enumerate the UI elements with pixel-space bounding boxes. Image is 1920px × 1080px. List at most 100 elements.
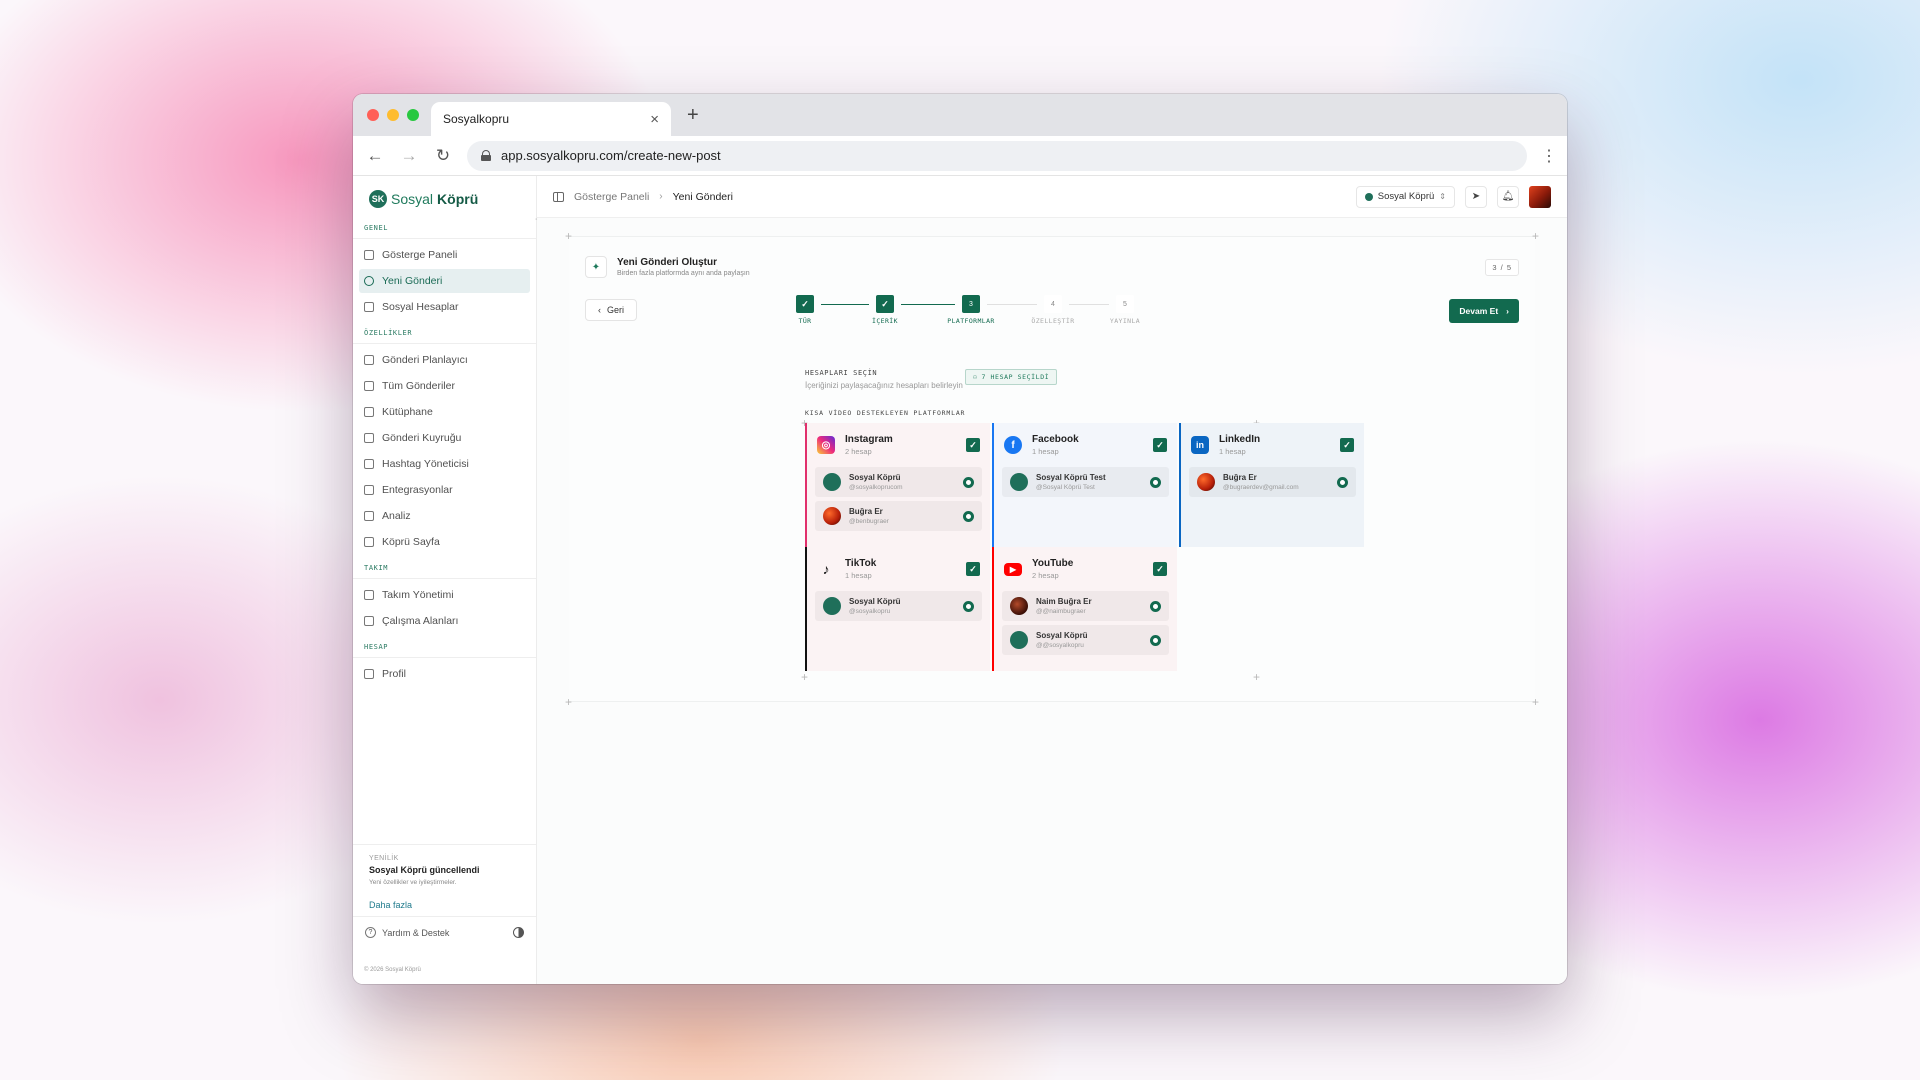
account-row[interactable]: Sosyal Köprü @@sosyalkopru [1002, 625, 1169, 655]
new-tab-button[interactable]: + [687, 104, 699, 127]
step-tur[interactable]: ✓ TÜR [765, 295, 845, 325]
sidebar-item-hashtag-yoneticisi[interactable]: Hashtag Yöneticisi [359, 452, 530, 476]
divider [353, 657, 536, 658]
sidebar-item-takim-yonetimi[interactable]: Takım Yönetimi [359, 583, 530, 607]
sidebar-item-gonderi-kuyrugu[interactable]: Gönderi Kuyruğu [359, 426, 530, 450]
sidebar-item-kopru-sayfa[interactable]: Köprü Sayfa [359, 530, 530, 554]
user-avatar[interactable] [1529, 185, 1551, 208]
account-row[interactable]: Naim Buğra Er @@naimbugraer [1002, 591, 1169, 621]
close-window-button[interactable] [367, 109, 379, 121]
breadcrumb-dashboard[interactable]: Gösterge Paneli [574, 191, 649, 203]
step-label: TÜR [798, 317, 812, 325]
minimize-window-button[interactable] [387, 109, 399, 121]
sidebar-item-label: Sosyal Hesaplar [382, 301, 459, 313]
sidebar-item-gonderi-planlayici[interactable]: Gönderi Planlayıcı [359, 348, 530, 372]
breadcrumb-chevron-icon: › [659, 191, 663, 202]
browser-window: Sosyalkopru × + ← → ↻ app.sosyalkopru.co… [353, 94, 1567, 984]
analiz-icon [364, 511, 374, 521]
step-i-ceri-k[interactable]: ✓ İÇERİK [845, 295, 925, 325]
account-avatar [1010, 597, 1028, 615]
calisma-alanlari-icon [364, 616, 374, 626]
forward-arrow-icon[interactable]: → [399, 146, 419, 166]
platform-account-count: 2 hesap [845, 447, 872, 456]
tab-title: Sosyalkopru [443, 112, 510, 126]
help-icon: ? [365, 927, 376, 938]
send-icon[interactable]: ➤ [1465, 185, 1487, 208]
account-row[interactable]: Sosyal Köprü @sosyalkopru [815, 591, 982, 621]
reload-icon[interactable]: ↻ [433, 146, 453, 166]
back-arrow-icon[interactable]: ← [365, 146, 385, 166]
sidebar-item-gosterge-paneli[interactable]: Gösterge Paneli [359, 243, 530, 267]
platform-card-youtube[interactable]: ▶ YouTube 2 hesap ✓ Naim Buğra Er @@naimbugra… [992, 547, 1177, 671]
news-subtitle: Yeni özellikler ve iyileştirmeler. [369, 879, 457, 886]
account-row[interactable]: Sosyal Köprü @sosyalkoprucom [815, 467, 982, 497]
account-selected-radio[interactable] [963, 600, 974, 612]
maximize-window-button[interactable] [407, 109, 419, 121]
browser-tab[interactable]: Sosyalkopru × [431, 102, 671, 136]
app: SK SosyalKöprü + GENEL Gösterge Paneli Yen… [353, 176, 1567, 984]
platform-checkbox[interactable]: ✓ [1340, 438, 1354, 452]
continue-button[interactable]: Devam Et › [1449, 299, 1519, 323]
platform-checkbox[interactable]: ✓ [966, 562, 980, 576]
account-name: Sosyal Köprü [1036, 631, 1088, 640]
account-selected-radio[interactable] [1150, 634, 1161, 646]
gosterge-paneli-icon [364, 250, 374, 260]
takim-yonetimi-icon [364, 590, 374, 600]
address-bar[interactable]: app.sosyalkopru.com/create-new-post [467, 140, 1527, 171]
platform-card-tiktok[interactable]: ♪ TikTok 1 hesap ✓ Sosyal Köprü @sosyalkopru [805, 547, 990, 671]
app-logo[interactable]: SK Sosyal Köprü [353, 176, 536, 214]
bell-icon[interactable]: 🔔︎ [1497, 185, 1519, 208]
sidebar-item-profil[interactable]: Profil [359, 662, 530, 686]
sidebar-item-analiz[interactable]: Analiz [359, 504, 530, 528]
platform-card-instagram[interactable]: ◎ Instagram 2 hesap ✓ Sosyal Köprü @sosyalkop… [805, 423, 990, 547]
platform-account-count: 1 hesap [845, 571, 872, 580]
browser-menu-icon[interactable]: ⋮ [1541, 146, 1557, 166]
sidebar-item-label: Yeni Gönderi [382, 275, 443, 287]
step-ozellesti-r[interactable]: 4 ÖZELLEŞTİR [1013, 295, 1093, 325]
account-row[interactable]: Buğra Er @benbugraer [815, 501, 982, 531]
sidebar-toggle-icon[interactable] [553, 191, 564, 202]
sidebar-item-entegrasyonlar[interactable]: Entegrasyonlar [359, 478, 530, 502]
account-selected-radio[interactable] [1150, 600, 1161, 612]
account-row[interactable]: Buğra Er @bugraerdev@gmail.com [1189, 467, 1356, 497]
account-row[interactable]: Sosyal Köprü Test @Sosyal Köprü Test [1002, 467, 1169, 497]
help-row[interactable]: ? Yardım & Destek [353, 916, 536, 948]
account-selected-radio[interactable] [1337, 476, 1348, 488]
close-tab-icon[interactable]: × [650, 111, 659, 128]
platform-name: LinkedIn [1219, 434, 1261, 445]
sidebar-item-yeni-gonderi[interactable]: Yeni Gönderi [359, 269, 530, 293]
platform-checkbox[interactable]: ✓ [966, 438, 980, 452]
account-avatar [823, 507, 841, 525]
workspace-dot-icon [1364, 192, 1373, 201]
platform-checkbox[interactable]: ✓ [1153, 562, 1167, 576]
account-selected-radio[interactable] [1150, 476, 1161, 488]
sidebar-item-label: Profil [382, 668, 406, 680]
platform-header: f Facebook 1 hesap ✓ [994, 423, 1177, 467]
breadcrumb-current: Yeni Gönderi [672, 190, 733, 203]
account-selected-radio[interactable] [963, 510, 974, 522]
sidebar-item-kutuphane[interactable]: Kütüphane [359, 400, 530, 424]
sidebar-section-label: HESAP [364, 643, 389, 651]
sidebar-item-tum-gonderiler[interactable]: Tüm Gönderiler [359, 374, 530, 398]
sidebar-item-calisma-alanlari[interactable]: Çalışma Alanları [359, 609, 530, 633]
corner-plus-icon: + [565, 695, 573, 709]
sidebar-item-label: Köprü Sayfa [382, 536, 440, 548]
account-selected-radio[interactable] [963, 476, 974, 488]
sidebar-item-sosyal-hesaplar[interactable]: Sosyal Hesaplar [359, 295, 530, 319]
step-yayinla[interactable]: 5 YAYINLA [1085, 295, 1165, 325]
platform-card-linkedin[interactable]: in LinkedIn 1 hesap ✓ Buğra Er @bugraerdev@gm… [1179, 423, 1364, 547]
sidebar-item-label: Gönderi Kuyruğu [382, 432, 462, 444]
theme-toggle-icon[interactable] [513, 927, 524, 938]
platform-card-facebook[interactable]: f Facebook 1 hesap ✓ Sosyal Köprü Test @Sosya… [992, 423, 1177, 547]
news-more-link[interactable]: Daha fazla [369, 900, 520, 910]
account-handle: @sosyalkoprucom [849, 484, 903, 491]
platform-checkbox[interactable]: ✓ [1153, 438, 1167, 452]
step-counter: 3 / 5 [1485, 258, 1519, 276]
browser-toolbar: ← → ↻ app.sosyalkopru.com/create-new-pos… [353, 136, 1567, 176]
copyright: © 2026 Sosyal Köprü [364, 967, 421, 973]
step-platformlar[interactable]: 3 PLATFORMLAR [931, 295, 1011, 325]
back-button[interactable]: ‹ Geri [585, 299, 638, 321]
card-header: ✦ Yeni Gönderi Oluştur Birden fazla plat… [585, 247, 1519, 287]
workspace-select[interactable]: Sosyal Köprü ⇕ [1355, 185, 1455, 208]
account-avatar [1010, 631, 1028, 649]
